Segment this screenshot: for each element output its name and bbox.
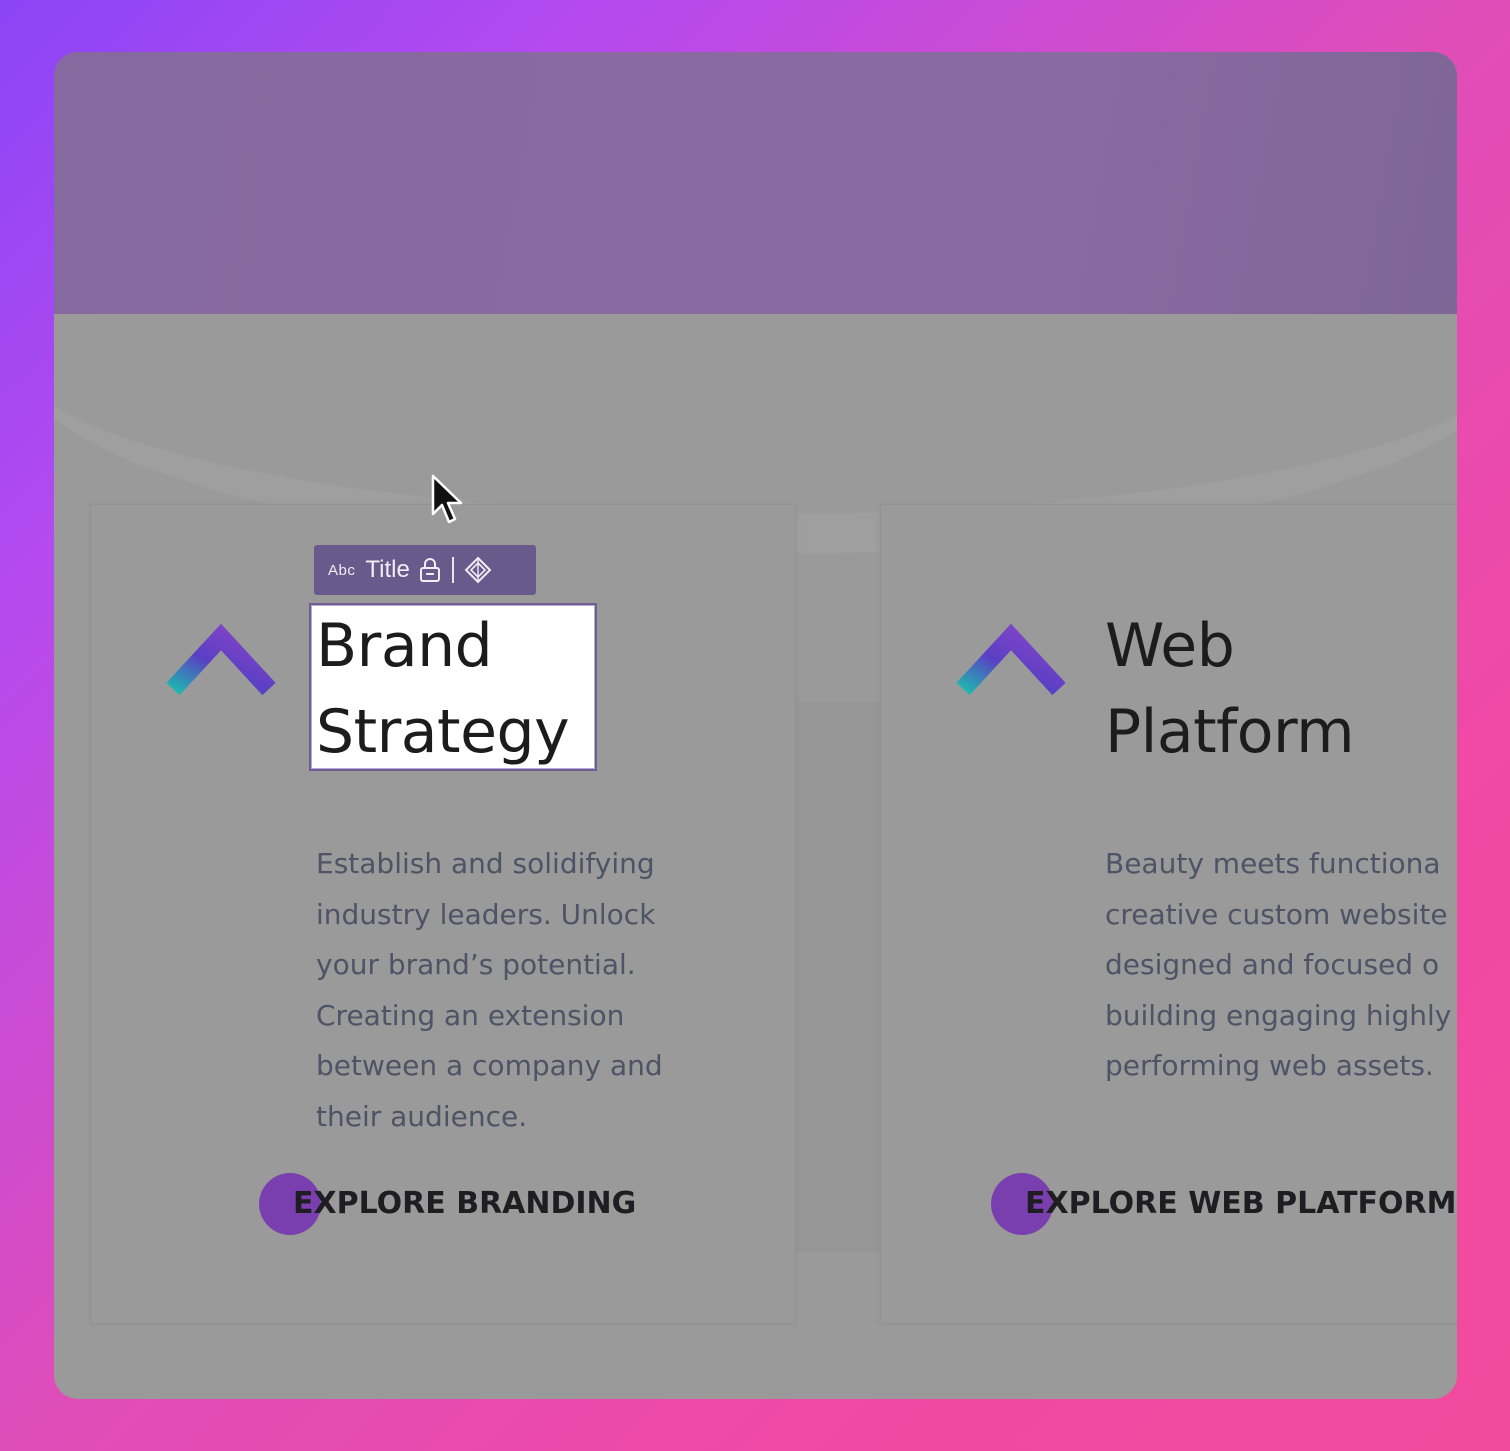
element-type-label: Title <box>365 556 410 583</box>
card-title[interactable]: Web Platform <box>1105 603 1355 775</box>
service-card-branding[interactable]: Brand Strategy Establish and solidifying… <box>90 504 796 1324</box>
chevron-up-icon <box>166 623 276 696</box>
card-title-line: Web <box>1105 611 1235 681</box>
canvas-frame: Brand Strategy Establish and solidifying… <box>54 52 1457 1399</box>
card-title-line: Platform <box>1105 697 1355 767</box>
element-toolbar[interactable]: Abc Title <box>314 545 536 595</box>
description-line: designed and focused o <box>1105 948 1440 981</box>
description-line: Establish and solidifying <box>316 847 655 880</box>
background-panel <box>796 702 880 1252</box>
card-title-line: Brand <box>316 611 493 681</box>
explore-branding-link[interactable]: EXPLORE BRANDING <box>259 1173 636 1235</box>
card-description: Establish and solidifying industry leade… <box>316 839 663 1142</box>
description-line: building engaging highly <box>1105 998 1452 1032</box>
description-line: between a company and <box>316 1049 663 1082</box>
description-line: industry leaders. Unlock <box>316 897 656 931</box>
toolbar-divider <box>451 557 454 583</box>
card-description: Beauty meets functiona creative custom w… <box>1105 839 1451 1092</box>
mouse-cursor-icon <box>431 474 463 524</box>
description-line: your brand’s potential. <box>316 948 636 981</box>
description-line: Creating an extension <box>316 998 625 1032</box>
service-card-web-platform[interactable]: Web Platform Beauty meets functiona crea… <box>880 504 1457 1324</box>
text-type-icon: Abc <box>328 561 356 579</box>
explore-label: EXPLORE BRANDING <box>293 1186 637 1221</box>
description-line: creative custom website <box>1105 897 1448 931</box>
card-title[interactable]: Brand Strategy <box>316 603 570 775</box>
explore-label: EXPLORE WEB PLATFORMS <box>1025 1186 1457 1221</box>
component-diamond-icon[interactable] <box>464 556 492 584</box>
card-title-line: Strategy <box>316 697 570 767</box>
hero-banner <box>54 52 1457 314</box>
explore-web-platforms-link[interactable]: EXPLORE WEB PLATFORMS <box>991 1173 1457 1235</box>
description-line: their audience. <box>316 1099 528 1133</box>
description-line: performing web assets. <box>1105 1049 1434 1082</box>
chevron-up-icon <box>956 623 1066 696</box>
lock-icon[interactable] <box>418 557 442 583</box>
description-line: Beauty meets functiona <box>1105 847 1441 880</box>
